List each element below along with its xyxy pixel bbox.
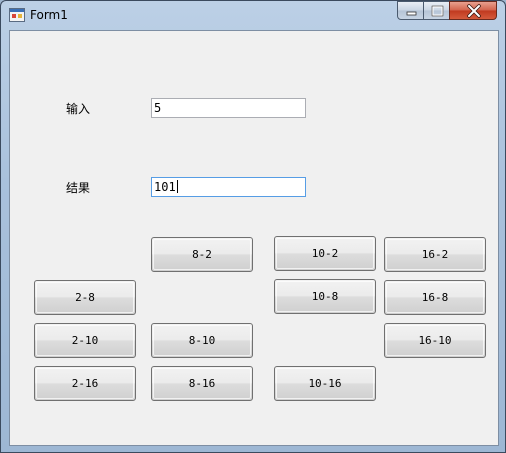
maximize-icon xyxy=(431,5,444,17)
form1-window: Form1 输入 5 结果 101 8-2 10-2 16-2 2-8 10-8… xyxy=(0,0,506,453)
text-caret xyxy=(176,180,178,193)
window-title: Form1 xyxy=(30,8,68,22)
convert-10-2-button[interactable]: 10-2 xyxy=(274,236,376,271)
convert-2-16-button[interactable]: 2-16 xyxy=(34,366,136,401)
form-client-area: 输入 5 结果 101 8-2 10-2 16-2 2-8 10-8 16-8 … xyxy=(9,30,499,446)
minimize-icon xyxy=(406,11,417,16)
result-value: 101 xyxy=(154,180,176,194)
convert-16-10-button[interactable]: 16-10 xyxy=(384,323,486,358)
convert-16-8-button[interactable]: 16-8 xyxy=(384,280,486,315)
input-label: 输入 xyxy=(66,102,91,116)
convert-8-2-button[interactable]: 8-2 xyxy=(151,237,253,272)
result-label: 结果 xyxy=(66,181,91,195)
convert-16-2-button[interactable]: 16-2 xyxy=(384,237,486,272)
convert-10-8-button[interactable]: 10-8 xyxy=(274,279,376,314)
convert-2-10-button[interactable]: 2-10 xyxy=(34,323,136,358)
convert-2-8-button[interactable]: 2-8 xyxy=(34,280,136,315)
convert-8-16-button[interactable]: 8-16 xyxy=(151,366,253,401)
maximize-button[interactable] xyxy=(423,1,450,20)
app-icon xyxy=(9,8,25,22)
input-textbox[interactable]: 5 xyxy=(151,98,306,118)
convert-8-10-button[interactable]: 8-10 xyxy=(151,323,253,358)
result-textbox[interactable]: 101 xyxy=(151,177,306,197)
convert-10-16-button[interactable]: 10-16 xyxy=(274,366,376,401)
minimize-button[interactable] xyxy=(397,1,424,20)
close-icon xyxy=(467,4,481,18)
close-button[interactable] xyxy=(449,1,497,20)
title-bar[interactable]: Form1 xyxy=(1,1,505,29)
